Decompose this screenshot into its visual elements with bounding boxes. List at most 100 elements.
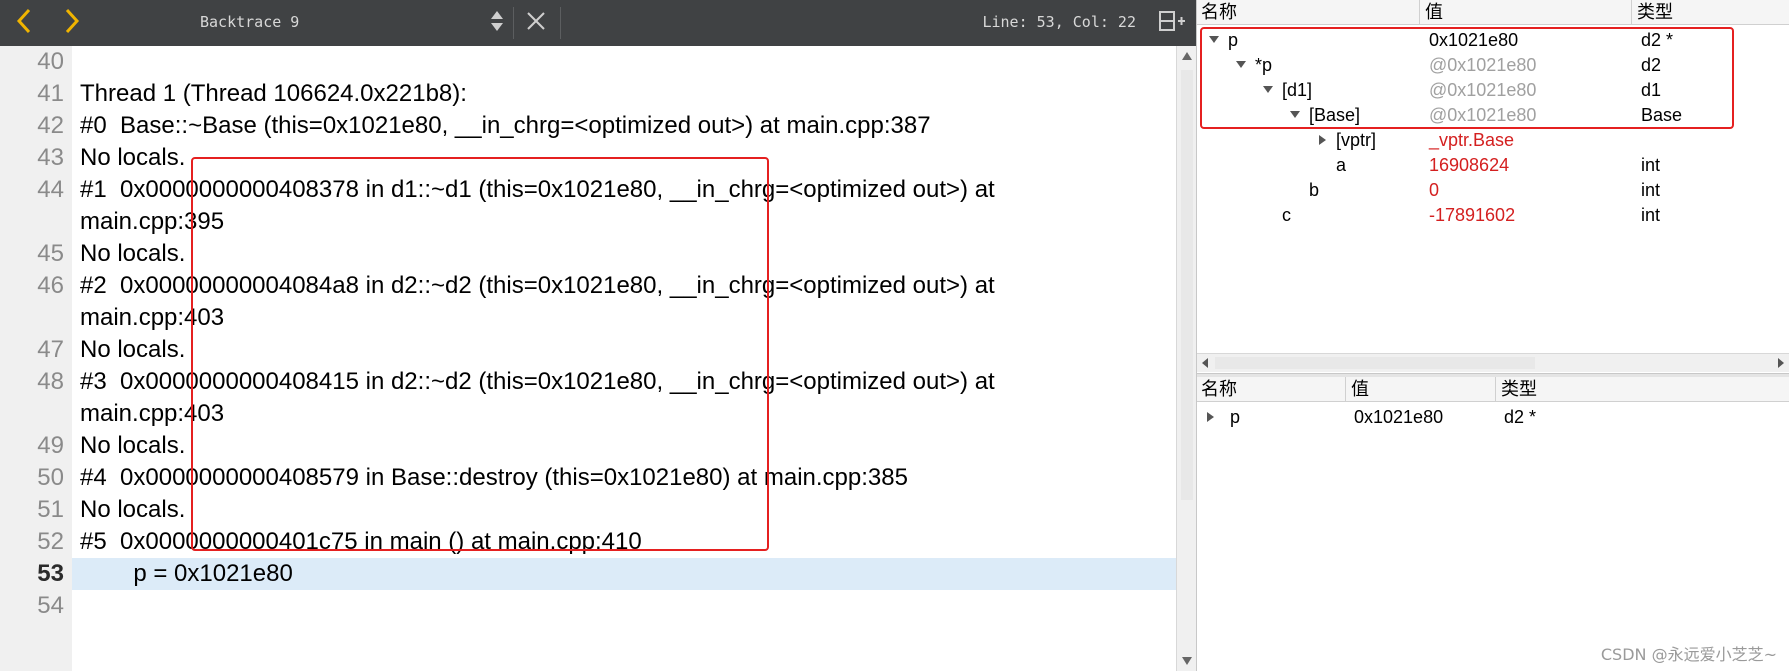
- editor-line[interactable]: 53 p = 0x1021e80: [0, 558, 1176, 590]
- locals-row[interactable]: p 0x1021e80 d2 *: [1197, 28, 1789, 52]
- editor-line[interactable]: 43 No locals.: [0, 142, 1176, 174]
- close-document-button[interactable]: [522, 8, 550, 38]
- watch-header: 名称 值 类型: [1197, 377, 1789, 402]
- scroll-up-icon[interactable]: [1182, 52, 1192, 60]
- debugger-window: Backtrace 9 Line: 53, Col: 22 40 41 Thread…: [0, 0, 1789, 671]
- watch-row[interactable]: p 0x1021e80 d2 *: [1197, 405, 1789, 429]
- locals-row[interactable]: a 16908624 int: [1197, 153, 1789, 177]
- editor-line[interactable]: 52 #5 0x0000000000401c75 in main () at ma…: [0, 526, 1176, 558]
- expand-arrow-icon[interactable]: [1203, 405, 1217, 429]
- editor-line[interactable]: 51 No locals.: [0, 494, 1176, 526]
- split-add-icon: [1158, 10, 1186, 36]
- variable-type: d1: [1641, 80, 1662, 100]
- editor-line[interactable]: 40: [0, 46, 1176, 78]
- editor-line[interactable]: 46 #2 0x00000000004084a8 in d2::~d2 (this…: [0, 270, 1176, 334]
- variable-name: p: [1230, 407, 1241, 427]
- scrollbar-thumb[interactable]: [1215, 357, 1535, 369]
- backtrace-editor[interactable]: 40 41 Thread 1 (Thread 106624.0x221b8): 42 #…: [0, 46, 1196, 671]
- editor-line[interactable]: 44 #1 0x0000000000408378 in d1::~d1 (this…: [0, 174, 1176, 238]
- editor-line[interactable]: 54: [0, 590, 1176, 622]
- line-number: 41: [37, 80, 64, 107]
- line-text: #2 0x00000000004084a8 in d2::~d2 (this=0…: [80, 272, 995, 331]
- toolbar-separator: [560, 7, 561, 39]
- variable-name: [vptr]: [1336, 130, 1377, 150]
- variable-value[interactable]: @0x1021e80: [1429, 103, 1536, 127]
- locals-row[interactable]: c -17891602 int: [1197, 203, 1789, 227]
- line-number: 44: [37, 176, 64, 203]
- editor-line[interactable]: 47 No locals.: [0, 334, 1176, 366]
- editor-lines: 40 41 Thread 1 (Thread 106624.0x221b8): 42 #…: [0, 46, 1176, 622]
- variable-value[interactable]: 0x1021e80: [1354, 405, 1443, 429]
- variable-name: b: [1309, 180, 1320, 200]
- column-value[interactable]: 值: [1421, 0, 1443, 24]
- toolbar-separator: [513, 7, 514, 39]
- variable-name: [Base]: [1309, 105, 1361, 125]
- collapse-arrow-icon[interactable]: [1288, 103, 1302, 127]
- locals-row[interactable]: [d1] @0x1021e80 d1: [1197, 78, 1789, 102]
- variable-value[interactable]: -17891602: [1429, 203, 1515, 227]
- variable-type: int: [1641, 180, 1661, 200]
- column-value[interactable]: 值: [1347, 377, 1369, 401]
- scroll-right-icon[interactable]: [1778, 358, 1784, 368]
- scroll-left-icon[interactable]: [1202, 358, 1208, 368]
- line-number: 54: [37, 592, 64, 619]
- scrollbar-thumb[interactable]: [1181, 70, 1193, 500]
- variable-name: [d1]: [1282, 80, 1313, 100]
- variable-value[interactable]: 16908624: [1429, 153, 1509, 177]
- cursor-position[interactable]: Line: 53, Col: 22: [982, 13, 1136, 31]
- forward-button[interactable]: [58, 8, 86, 38]
- variable-value[interactable]: _vptr.Base: [1429, 128, 1514, 152]
- column-separator: [1419, 0, 1420, 24]
- column-name[interactable]: 名称: [1197, 377, 1237, 401]
- variable-type: int: [1641, 205, 1661, 225]
- locals-row[interactable]: [Base] @0x1021e80 Base: [1197, 103, 1789, 127]
- split-button[interactable]: [1158, 8, 1186, 38]
- variable-value[interactable]: @0x1021e80: [1429, 78, 1536, 102]
- line-number: 48: [37, 368, 64, 395]
- line-text: No locals.: [80, 496, 186, 523]
- editor-line[interactable]: 48 #3 0x0000000000408415 in d2::~d2 (this…: [0, 366, 1176, 430]
- line-number: 40: [37, 48, 64, 75]
- collapse-arrow-icon[interactable]: [1261, 78, 1275, 102]
- watermark: CSDN @永远爱小芝芝~: [1600, 645, 1777, 664]
- collapse-arrow-icon[interactable]: [1234, 53, 1248, 77]
- variable-type: d2 *: [1504, 407, 1537, 427]
- document-switcher-button[interactable]: [483, 8, 511, 38]
- chevron-right-icon: [64, 8, 80, 38]
- column-type[interactable]: 类型: [1633, 0, 1673, 24]
- locals-row[interactable]: *p @0x1021e80 d2: [1197, 53, 1789, 77]
- line-text: #1 0x0000000000408378 in d1::~d1 (this=0…: [80, 176, 995, 235]
- variable-type: d2 *: [1641, 30, 1674, 50]
- editor-vertical-scrollbar[interactable]: [1176, 46, 1196, 671]
- editor-line[interactable]: 49 No locals.: [0, 430, 1176, 462]
- line-text: #0 Base::~Base (this=0x1021e80, __in_chr…: [80, 112, 931, 139]
- close-icon: [526, 11, 546, 35]
- variable-type: Base: [1641, 105, 1683, 125]
- expand-arrow-icon[interactable]: [1315, 128, 1329, 152]
- scroll-down-icon[interactable]: [1182, 657, 1192, 665]
- line-text: p = 0x1021e80: [80, 560, 293, 587]
- variable-value[interactable]: 0x1021e80: [1429, 28, 1518, 52]
- column-type[interactable]: 类型: [1497, 377, 1537, 401]
- line-text: No locals.: [80, 240, 186, 267]
- locals-row[interactable]: [vptr] _vptr.Base: [1197, 128, 1789, 152]
- locals-row[interactable]: b 0 int: [1197, 178, 1789, 202]
- editor-line[interactable]: 45 No locals.: [0, 238, 1176, 270]
- collapse-arrow-icon[interactable]: [1207, 28, 1221, 52]
- editor-line[interactable]: 42 #0 Base::~Base (this=0x1021e80, __in_c…: [0, 110, 1176, 142]
- variable-name: *p: [1255, 55, 1273, 75]
- line-number: 49: [37, 432, 64, 459]
- editor-line[interactable]: 50 #4 0x0000000000408579 in Base::destroy…: [0, 462, 1176, 494]
- editor-line[interactable]: 41 Thread 1 (Thread 106624.0x221b8):: [0, 78, 1176, 110]
- column-name[interactable]: 名称: [1197, 0, 1237, 24]
- document-title[interactable]: Backtrace 9: [200, 13, 299, 31]
- chevron-left-icon: [16, 8, 32, 38]
- back-button[interactable]: [10, 8, 38, 38]
- variable-value[interactable]: 0: [1429, 178, 1439, 202]
- watch-panel: 名称 值 类型 p 0x1021e80 d2 *: [1197, 377, 1789, 671]
- locals-horizontal-scrollbar[interactable]: [1197, 353, 1789, 372]
- line-text: No locals.: [80, 432, 186, 459]
- line-number: 43: [37, 144, 64, 171]
- variable-value[interactable]: @0x1021e80: [1429, 53, 1536, 77]
- column-separator: [1495, 377, 1496, 401]
